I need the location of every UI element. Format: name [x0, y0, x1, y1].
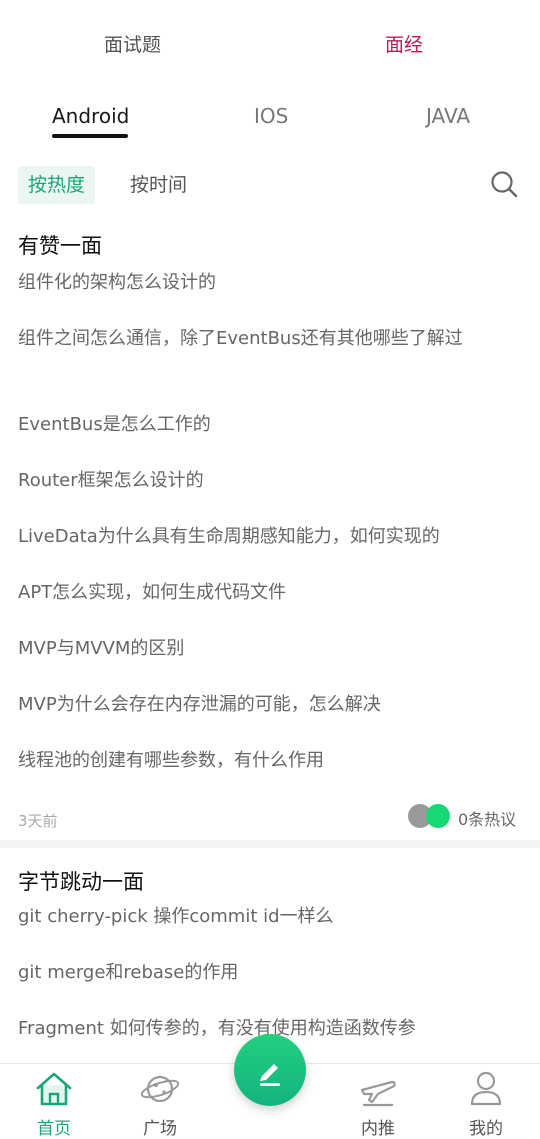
tab-interview-experience[interactable]: 面经 — [385, 30, 423, 57]
active-tab-indicator — [52, 134, 128, 138]
sort-bar: 按热度 按时间 — [0, 164, 540, 208]
category-tab-bar: Android IOS JAVA — [0, 100, 540, 146]
nav-square-label: 广场 — [143, 1119, 177, 1139]
question-item: LiveData为什么具有生命周期感知能力，如何实现的 — [18, 526, 440, 547]
tab-ios[interactable]: IOS — [254, 104, 288, 128]
search-icon[interactable] — [490, 170, 518, 198]
tab-java[interactable]: JAVA — [426, 104, 470, 128]
pencil-icon — [260, 1064, 280, 1086]
nav-home-label: 首页 — [37, 1119, 71, 1139]
question-item: MVP与MVVM的区别 — [18, 638, 185, 659]
sort-by-hot-button[interactable]: 按热度 — [18, 166, 96, 204]
nav-home[interactable]: 首页 — [14, 1064, 94, 1139]
sort-by-time-button[interactable]: 按时间 — [120, 166, 197, 204]
new-post-button[interactable] — [234, 1034, 306, 1106]
nav-mine[interactable]: 我的 — [446, 1064, 526, 1139]
comment-count[interactable]: 0条热议 — [458, 806, 516, 830]
question-item: git merge和rebase的作用 — [18, 962, 239, 983]
nav-square[interactable]: 广场 — [120, 1064, 200, 1139]
question-item: EventBus是怎么工作的 — [18, 414, 211, 435]
question-item: APT怎么实现，如何生成代码文件 — [18, 582, 287, 603]
question-item: 线程池的创建有哪些参数，有什么作用 — [18, 750, 324, 771]
question-item: git cherry-pick 操作commit id一样么 — [18, 906, 334, 927]
plane-icon — [360, 1080, 396, 1107]
tab-interview-questions[interactable]: 面试题 — [104, 30, 161, 57]
tab-android[interactable]: Android — [52, 104, 129, 128]
planet-icon — [140, 1075, 180, 1103]
post-time: 3天前 — [18, 812, 58, 830]
question-item: MVP为什么会存在内存泄漏的可能，怎么解决 — [18, 694, 381, 715]
top-tab-bar: 面试题 面经 — [0, 0, 540, 88]
nav-referral-label: 内推 — [361, 1119, 395, 1139]
question-item: Router框架怎么设计的 — [18, 470, 204, 491]
nav-referral[interactable]: 内推 — [338, 1064, 418, 1139]
post-title: 有赞一面 — [18, 234, 102, 258]
nav-mine-label: 我的 — [469, 1119, 503, 1139]
question-item: 组件之间怎么通信，除了EventBus还有其他哪些了解过 — [18, 328, 463, 349]
card-divider — [0, 840, 540, 848]
user-icon — [470, 1071, 502, 1106]
question-item: 组件化的架构怎么设计的 — [18, 272, 216, 293]
hot-discussion-icon — [408, 804, 450, 828]
post-title: 字节跳动一面 — [18, 870, 144, 894]
home-icon — [36, 1072, 72, 1106]
